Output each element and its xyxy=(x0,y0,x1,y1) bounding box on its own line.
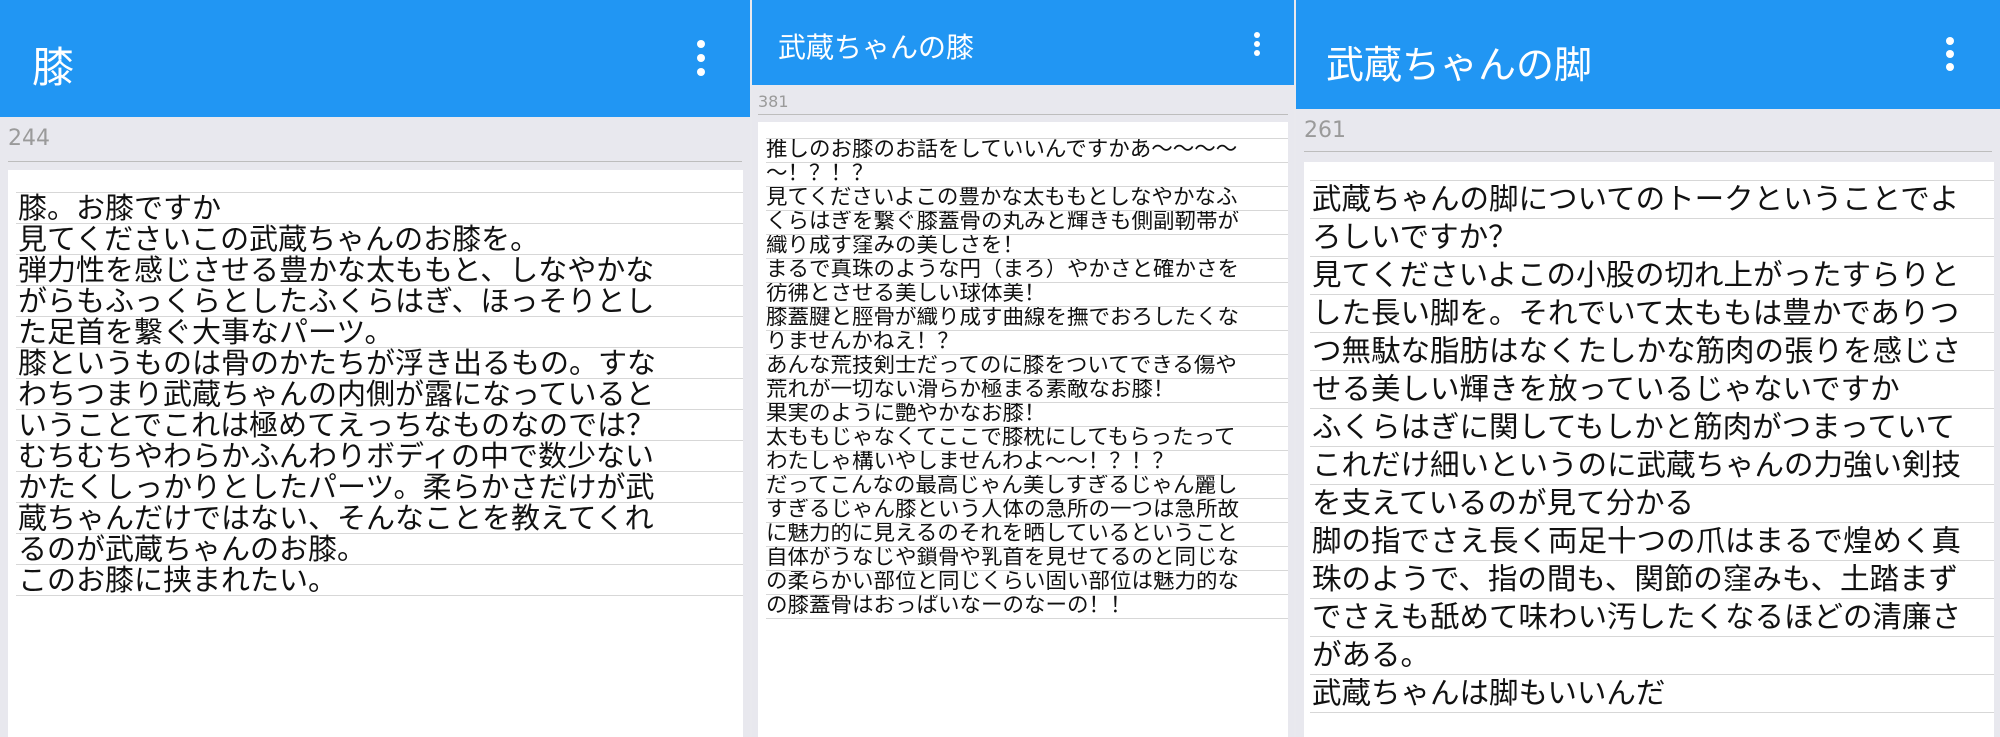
note-line: いうことでこれは極めてえっちなものなのでは？ xyxy=(16,410,743,441)
more-vert-icon[interactable] xyxy=(1946,37,1954,71)
note-screen-1: 膝 244 膝。お膝ですか 見てくださいこの武蔵ちゃんのお膝を。 弾力性を感じさ… xyxy=(0,0,750,737)
note-line: 果実のように艶やかなお膝！ xyxy=(766,403,1288,427)
note-line: るのが武蔵ちゃんのお膝。 xyxy=(16,534,743,565)
note-line: このお膝に挟まれたい。 xyxy=(16,565,743,596)
note-line: 織り成す窪みの美しさを！ xyxy=(766,235,1288,259)
note-line: の膝蓋骨はおっぱいなーのなーの！！ xyxy=(766,595,1288,619)
note-body[interactable]: 推しのお膝のお話をしていいんですかあ〜〜〜〜 〜！？！？ 見てくださいよこの豊か… xyxy=(758,122,1288,737)
note-line: 膝というものは骨のかたちが浮き出るもの。すな xyxy=(16,348,743,379)
note-line: わたしゃ構いやしませんわよ〜〜！？！？ xyxy=(766,451,1288,475)
note-line: ろしいですか？ xyxy=(1310,219,1994,257)
note-line: 自体がうなじや鎖骨や乳首を見せてるのと同じな xyxy=(766,547,1288,571)
note-line: 蔵ちゃんだけではない、そんなことを教えてくれ xyxy=(16,503,743,534)
note-line: くらはぎを繋ぐ膝蓋骨の丸みと輝きも側副靭帯が xyxy=(766,211,1288,235)
divider xyxy=(758,114,1288,115)
app-bar: 武蔵ちゃんの脚 xyxy=(1296,0,2000,109)
ruled-line xyxy=(16,170,743,193)
divider xyxy=(1304,151,1992,152)
note-line: わちつまり武蔵ちゃんの内側が露になっていると xyxy=(16,379,743,410)
app-bar: 武蔵ちゃんの膝 xyxy=(752,0,1294,85)
note-line: 見てくださいよこの豊かな太ももとしなやかなふ xyxy=(766,187,1288,211)
note-line: まるで真珠のような円（まろ）やかさと確かさを xyxy=(766,259,1288,283)
note-line: 彷彿とさせる美しい球体美！ xyxy=(766,283,1288,307)
note-line: つ無駄な脂肪はなくたしかな筋肉の張りを感じさ xyxy=(1310,333,1994,371)
note-line: 太ももじゃなくてここで膝枕にしてもらったって xyxy=(766,427,1288,451)
note-line: りませんかねえ！？ xyxy=(766,331,1288,355)
more-vert-icon[interactable] xyxy=(1254,32,1262,56)
note-line: あんな荒技剣士だってのに膝をついてできる傷や xyxy=(766,355,1288,379)
note-line: ふくらはぎに関してもしかと筋肉がつまっていて xyxy=(1310,409,1994,447)
note-line: せる美しい輝きを放っているじゃないですか xyxy=(1310,371,1994,409)
note-line: これだけ細いというのに武蔵ちゃんの力強い剣技 xyxy=(1310,447,1994,485)
note-line: むちむちやわらかふんわりボディの中で数少ない xyxy=(16,441,743,472)
ruled-line xyxy=(1310,162,1994,181)
note-line: 珠のようで、指の間も、関節の窪みも、土踏まず xyxy=(1310,561,1994,599)
note-line: 推しのお膝のお話をしていいんですかあ〜〜〜〜 xyxy=(766,139,1288,163)
note-line: だってこんなの最高じゃん美しすぎるじゃん麗し xyxy=(766,475,1288,499)
note-line: 膝蓋腱と脛骨が織り成す曲線を撫でおろしたくな xyxy=(766,307,1288,331)
note-line: 荒れが一切ない滑らか極まる素敵なお膝！ xyxy=(766,379,1288,403)
note-title: 武蔵ちゃんの膝 xyxy=(778,31,975,64)
note-line: に魅力的に見えるのそれを晒しているということ xyxy=(766,523,1288,547)
note-line: た足首を繋ぐ大事なパーツ。 xyxy=(16,317,743,348)
note-body[interactable]: 膝。お膝ですか 見てくださいこの武蔵ちゃんのお膝を。 弾力性を感じさせる豊かな太… xyxy=(8,170,743,737)
note-screen-2: 武蔵ちゃんの膝 381 推しのお膝のお話をしていいんですかあ〜〜〜〜 〜！？！？… xyxy=(752,0,1294,737)
note-line: した長い脚を。それでいて太ももは豊かでありつ xyxy=(1310,295,1994,333)
note-line: すぎるじゃん膝という人体の急所の一つは急所故 xyxy=(766,499,1288,523)
note-line: 膝。お膝ですか xyxy=(16,193,743,224)
note-line: でさえも舐めて味わい汚したくなるほどの清廉さ xyxy=(1310,599,1994,637)
note-line: を支えているのが見て分かる xyxy=(1310,485,1994,523)
note-line: がらもふっくらとしたふくらはぎ、ほっそりとし xyxy=(16,286,743,317)
note-screen-3: 武蔵ちゃんの脚 261 武蔵ちゃんの脚についてのトークということでよ ろしいです… xyxy=(1296,0,2000,737)
note-line: 見てくださいよこの小股の切れ上がったすらりと xyxy=(1310,257,1994,295)
more-vert-icon[interactable] xyxy=(697,40,705,76)
note-line: 見てくださいこの武蔵ちゃんのお膝を。 xyxy=(16,224,743,255)
note-title: 膝 xyxy=(32,43,75,92)
character-count: 261 xyxy=(1304,118,1346,143)
ruled-line xyxy=(766,122,1288,139)
note-line: の柔らかい部位と同じくらい固い部位は魅力的な xyxy=(766,571,1288,595)
note-line: 脚の指でさえ長く両足十つの爪はまるで煌めく真 xyxy=(1310,523,1994,561)
note-body[interactable]: 武蔵ちゃんの脚についてのトークということでよ ろしいですか？ 見てくださいよこの… xyxy=(1304,162,1994,737)
note-line: 武蔵ちゃんの脚についてのトークということでよ xyxy=(1310,181,1994,219)
note-line: 〜！？！？ xyxy=(766,163,1288,187)
note-line: かたくしっかりとしたパーツ。柔らかさだけが武 xyxy=(16,472,743,503)
note-line: がある。 xyxy=(1310,637,1994,675)
note-line: 弾力性を感じさせる豊かな太ももと、しなやかな xyxy=(16,255,743,286)
note-line: 武蔵ちゃんは脚もいいんだ xyxy=(1310,675,1994,713)
app-bar: 膝 xyxy=(0,0,750,117)
character-count: 381 xyxy=(758,92,789,111)
note-title: 武蔵ちゃんの脚 xyxy=(1326,43,1593,87)
character-count: 244 xyxy=(8,126,50,151)
divider xyxy=(8,161,742,162)
